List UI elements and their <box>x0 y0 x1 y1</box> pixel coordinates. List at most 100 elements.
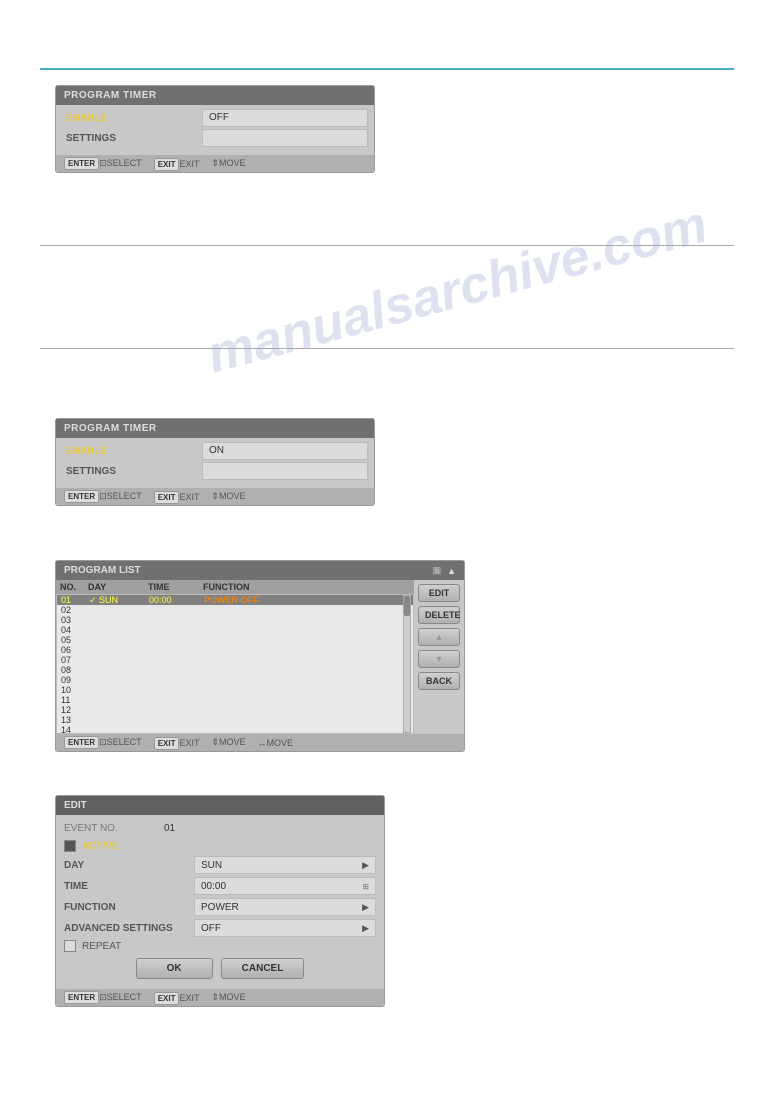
time-val-text: 00:00 <box>201 881 226 892</box>
panel3-footer-move2: ↔MOVE <box>258 738 294 748</box>
program-timer-panel-off: PROGRAM TIMER ENABLE OFF SETTINGS ENTER⊡… <box>55 85 375 173</box>
panel3-rows: 01 ✓ SUN 00:00 POWER-OFF 02 03 04 05 06 … <box>56 594 414 734</box>
mid-divider-1 <box>40 245 734 246</box>
panel1-footer-enter-key: ENTER⊡SELECT <box>64 158 142 169</box>
panel3-footer: ENTER⊡SELECT EXITEXIT ⇕MOVE ↔MOVE <box>56 734 464 751</box>
table-row[interactable]: 01 ✓ SUN 00:00 POWER-OFF <box>57 595 413 605</box>
panel3-side-buttons: EDIT DELETE ▲ ▼ BACK <box>414 580 464 734</box>
panel2-enable-label: ENABLE <box>62 444 202 459</box>
table-row[interactable]: 14 <box>57 725 413 734</box>
advanced-arrow: ▶ <box>362 923 369 934</box>
table-row[interactable]: 02 <box>57 605 413 615</box>
table-row[interactable]: 09 <box>57 675 413 685</box>
panel2-body: ENABLE ON SETTINGS <box>56 438 374 488</box>
delete-button[interactable]: DELETE <box>418 606 460 624</box>
panel3-list-section: NO. DAY TIME FUNCTION 01 ✓ SUN 00:00 POW… <box>56 580 414 734</box>
table-row[interactable]: 03 <box>57 615 413 625</box>
mid-divider-2 <box>40 348 734 349</box>
col-header-no: NO. <box>60 582 88 592</box>
up-button[interactable]: ▲ <box>418 628 460 646</box>
edit-panel: EDIT EVENT NO. 01 ACTIVE DAY SUN ▶ TIME … <box>55 795 385 1007</box>
function-label: FUNCTION <box>64 902 194 913</box>
advanced-value[interactable]: OFF ▶ <box>194 919 376 937</box>
function-val-text: POWER <box>201 902 239 913</box>
panel4-body: EVENT NO. 01 ACTIVE DAY SUN ▶ TIME 00:00… <box>56 815 384 989</box>
advanced-val-text: OFF <box>201 923 221 934</box>
repeat-checkbox[interactable] <box>64 940 76 952</box>
panel4-footer-exit: EXITEXIT <box>154 993 200 1003</box>
day-value[interactable]: SUN ▶ <box>194 856 376 874</box>
edit-row-day: DAY SUN ▶ <box>64 856 376 874</box>
active-label: ACTIVE <box>82 841 119 852</box>
time-label: TIME <box>64 881 194 892</box>
row1-func: POWER-OFF <box>204 595 259 605</box>
table-row[interactable]: 12 <box>57 705 413 715</box>
panel1-footer-exit-key: EXITEXIT <box>154 159 200 169</box>
scrollbar[interactable] <box>403 595 411 733</box>
back-button[interactable]: BACK <box>418 672 460 690</box>
panel2-row-enable: ENABLE ON <box>62 442 368 460</box>
table-row[interactable]: 13 <box>57 715 413 725</box>
panel3-footer-move1: ⇕MOVE <box>211 737 245 748</box>
event-no-label: EVENT NO. <box>64 823 164 834</box>
panel4-header: EDIT <box>56 796 384 815</box>
panel3-title: PROGRAM LIST <box>64 565 141 576</box>
panel1-header: PROGRAM TIMER <box>56 86 374 105</box>
panel2-footer: ENTER⊡SELECT EXITEXIT ⇕MOVE <box>56 488 374 505</box>
repeat-label: REPEAT <box>82 941 121 952</box>
panel3-scroll-up[interactable]: ▲ <box>447 566 456 576</box>
down-button[interactable]: ▼ <box>418 650 460 668</box>
edit-row-time: TIME 00:00 ⊞ <box>64 877 376 895</box>
table-row[interactable]: 05 <box>57 635 413 645</box>
function-value[interactable]: POWER ▶ <box>194 898 376 916</box>
panel1-row-settings: SETTINGS <box>62 129 368 147</box>
panel1-enable-label: ENABLE <box>62 111 202 126</box>
panel2-settings-value <box>202 462 368 480</box>
event-no-value: 01 <box>164 823 175 834</box>
table-row[interactable]: 10 <box>57 685 413 695</box>
row1-day: ✓ SUN <box>89 595 149 606</box>
table-row[interactable]: 11 <box>57 695 413 705</box>
edit-button[interactable]: EDIT <box>418 584 460 602</box>
panel2-footer-enter-key: ENTER⊡SELECT <box>64 491 142 502</box>
time-icon: ⊞ <box>362 882 369 891</box>
panel3-footer-enter: ENTER⊡SELECT <box>64 737 142 748</box>
table-row[interactable]: 04 <box>57 625 413 635</box>
panel2-header: PROGRAM TIMER <box>56 419 374 438</box>
panel3-footer-exit: EXITEXIT <box>154 738 200 748</box>
row1-time: 00:00 <box>149 595 204 605</box>
panel1-body: ENABLE OFF SETTINGS <box>56 105 374 155</box>
cancel-button[interactable]: CANCEL <box>221 958 305 979</box>
panel2-settings-label: SETTINGS <box>62 464 202 479</box>
day-val-text: SUN <box>201 860 222 871</box>
top-divider <box>40 68 734 70</box>
active-checkbox[interactable] <box>64 840 76 852</box>
ok-cancel-row: OK CANCEL <box>64 958 376 979</box>
panel2-enable-value: ON <box>202 442 368 460</box>
panel3-col-headers: NO. DAY TIME FUNCTION <box>56 580 414 594</box>
day-label: DAY <box>64 860 194 871</box>
time-value[interactable]: 00:00 ⊞ <box>194 877 376 895</box>
panel1-settings-value <box>202 129 368 147</box>
row1-no: 01 <box>61 595 89 605</box>
panel4-footer: ENTER⊡SELECT EXITEXIT ⇕MOVE <box>56 989 384 1006</box>
panel1-footer-move-key: ⇕MOVE <box>211 158 245 169</box>
col-header-func: FUNCTION <box>203 582 293 592</box>
function-arrow: ▶ <box>362 902 369 913</box>
ok-button[interactable]: OK <box>136 958 213 979</box>
repeat-row: REPEAT <box>64 940 376 952</box>
advanced-label: ADVANCED SETTINGS <box>64 923 194 934</box>
panel1-footer: ENTER⊡SELECT EXITEXIT ⇕MOVE <box>56 155 374 172</box>
program-timer-panel-on: PROGRAM TIMER ENABLE ON SETTINGS ENTER⊡S… <box>55 418 375 506</box>
panel3-page-icon: ▣ <box>433 565 442 576</box>
panel1-settings-label: SETTINGS <box>62 131 202 146</box>
panel3-header: PROGRAM LIST ▣ ▲ <box>56 561 464 580</box>
table-row[interactable]: 06 <box>57 645 413 655</box>
event-no-row: EVENT NO. 01 <box>64 821 376 836</box>
panel1-row-enable: ENABLE OFF <box>62 109 368 127</box>
table-row[interactable]: 07 <box>57 655 413 665</box>
active-row: ACTIVE <box>64 840 376 852</box>
panel1-enable-value: OFF <box>202 109 368 127</box>
table-row[interactable]: 08 <box>57 665 413 675</box>
edit-row-advanced: ADVANCED SETTINGS OFF ▶ <box>64 919 376 937</box>
